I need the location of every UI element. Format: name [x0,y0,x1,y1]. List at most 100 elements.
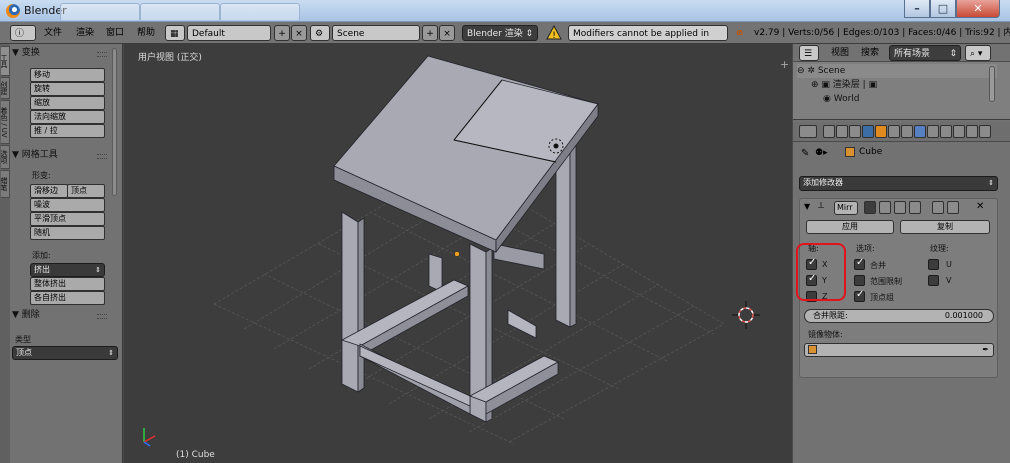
delete-type-dropdown[interactable]: 顶点 ⇕ [12,346,118,360]
cube-icon [845,147,855,157]
object-tab-icon[interactable] [875,125,887,138]
texture-tab-icon[interactable] [953,125,965,138]
tool-shelf-scrollbar[interactable] [112,44,118,344]
vertex-groups-checkbox[interactable] [854,289,865,302]
render-visibility-icon[interactable] [864,201,876,214]
outliner-row-world[interactable]: ◉ World [823,92,1010,106]
tab-tools[interactable]: 工具 [1,46,10,76]
push-pull-button[interactable]: 推 / 拉 [30,124,105,138]
minimize-button[interactable]: – [904,0,930,18]
tab-grease-pencil[interactable]: 蜡笔 [1,170,10,198]
world-tab-icon[interactable] [862,125,874,138]
tab-shading-uv[interactable]: 着色 / UV [1,100,10,144]
object-link-icon: ⚉▸ [815,148,828,158]
move-up-icon[interactable] [932,201,944,214]
remove-layout-button[interactable]: × [291,25,307,41]
normal-scale-button[interactable]: 法向缩放 [30,110,105,124]
modifier-wrench-icon[interactable] [914,125,926,138]
data-tab-icon[interactable] [927,125,939,138]
modifier-name-field[interactable]: Mirr [834,201,858,215]
physics-tab-icon[interactable] [979,125,991,138]
apply-button[interactable]: 应用 [806,220,894,234]
vertex-slide-button[interactable]: 顶点 [67,184,105,198]
collapse-icon[interactable]: ▼ [804,202,810,211]
merge-limit-field[interactable]: 合并限距: 0.001000 [804,309,994,323]
search-icon[interactable]: ⌕ ▾ [965,45,991,61]
screen-layout-icon[interactable]: ▦ [165,25,185,41]
delete-panel-header[interactable]: ▼ 删除 [12,308,109,323]
properties-editor-type-icon[interactable] [799,125,817,138]
menu-render[interactable]: 渲染 [76,25,94,41]
world-icon: ◉ [823,94,834,104]
noise-button[interactable]: 噪波 [30,198,105,212]
menu-file[interactable]: 文件 [44,25,62,41]
menu-window[interactable]: 窗口 [106,25,124,41]
eyedropper-icon[interactable]: ✒ [982,344,989,356]
move-down-icon[interactable] [947,201,959,214]
scale-button[interactable]: 缩放 [30,96,105,110]
remove-scene-button[interactable]: × [439,25,455,41]
copy-button[interactable]: 复制 [900,220,990,234]
outliner: ⊖ ✲ Scene ⊕ ▣ 渲染层 | ▣ ◉ World [793,62,1010,120]
outliner-row-render-layers[interactable]: ⊕ ▣ 渲染层 | ▣ [811,78,1010,92]
layout-field[interactable]: Default [187,25,271,41]
background-tab[interactable] [220,3,300,20]
expand-icon[interactable]: ⊕ [811,80,821,90]
randomize-button[interactable]: 随机 [30,226,105,240]
add-modifier-dropdown[interactable]: 添加修改器 ⇕ [799,176,998,191]
scene-tab-icon[interactable] [849,125,861,138]
mesh-cube[interactable] [333,55,599,423]
region-toggle-icon[interactable]: + [780,58,789,71]
outliner-view-menu[interactable]: 视图 [831,45,849,61]
mesh-tools-panel-header[interactable]: ▼ 网格工具 [12,148,109,163]
background-tab[interactable] [140,3,220,20]
transform-panel-header[interactable]: ▼ 变换 [12,46,109,61]
background-tab[interactable] [60,3,140,20]
extrude-dropdown[interactable]: 挤出 ⇕ [30,263,105,277]
add-scene-button[interactable]: + [422,25,438,41]
render-tab-icon[interactable] [823,125,835,138]
remove-modifier-icon[interactable]: ✕ [976,201,984,212]
clipping-checkbox[interactable] [854,275,865,286]
outliner-editor-type-icon[interactable]: ☰ [799,45,819,61]
properties-scrollbar[interactable] [998,142,1004,442]
particles-tab-icon[interactable] [966,125,978,138]
render-engine-dropdown[interactable]: Blender 渲染 ⇕ [462,25,538,41]
tab-create[interactable]: 创建 [1,77,10,99]
smooth-vertex-button[interactable]: 平滑顶点 [30,212,105,226]
constraints-tab-icon[interactable] [888,125,900,138]
3d-viewport[interactable]: + 用户视图 (正交) (1) Cube [124,44,792,463]
rotate-button[interactable]: 旋转 [30,82,105,96]
outliner-row-scene[interactable]: ⊖ ✲ Scene [797,64,997,78]
maximize-button[interactable]: □ [930,0,956,18]
extrude-individual-button[interactable]: 各自挤出 [30,291,105,305]
3d-cursor-icon[interactable] [732,301,760,329]
slide-edge-button[interactable]: 滑移边 [30,184,68,198]
editor-type-icon[interactable]: ⓘ ▾ [10,25,36,55]
modifiers-tab-icon[interactable] [901,125,913,138]
mirror-object-field[interactable]: ✒ [804,343,994,357]
render-layers-tab-icon[interactable] [836,125,848,138]
scene-field[interactable]: Scene [332,25,420,41]
outliner-search-menu[interactable]: 搜索 [861,45,879,61]
scene-icon[interactable]: ⚙ [310,25,330,41]
pin-icon[interactable]: ✎ [801,148,809,159]
outliner-display-dropdown[interactable]: 所有场景 ⇕ [889,45,961,61]
cage-visibility-icon[interactable] [909,201,921,214]
texture-v-checkbox[interactable] [928,275,939,286]
editmode-visibility-icon[interactable] [894,201,906,214]
outliner-header: ☰ 视图 搜索 所有场景 ⇕ ⌕ ▾ [793,44,1010,62]
outliner-item-label: 渲染层 [832,80,860,90]
material-tab-icon[interactable] [940,125,952,138]
add-layout-button[interactable]: + [274,25,290,41]
extrude-region-button[interactable]: 整体挤出 [30,277,105,291]
expand-icon[interactable]: ⊖ [797,66,807,76]
close-button[interactable]: ✕ [956,0,1000,18]
texture-u-checkbox[interactable] [928,259,939,270]
viewport-visibility-icon[interactable] [879,201,891,214]
move-button[interactable]: 移动 [30,68,105,82]
tab-options[interactable]: 选项 [1,145,10,169]
merge-checkbox[interactable] [854,257,865,270]
outliner-scrollbar[interactable] [989,66,995,102]
menu-help[interactable]: 帮助 [137,25,155,41]
